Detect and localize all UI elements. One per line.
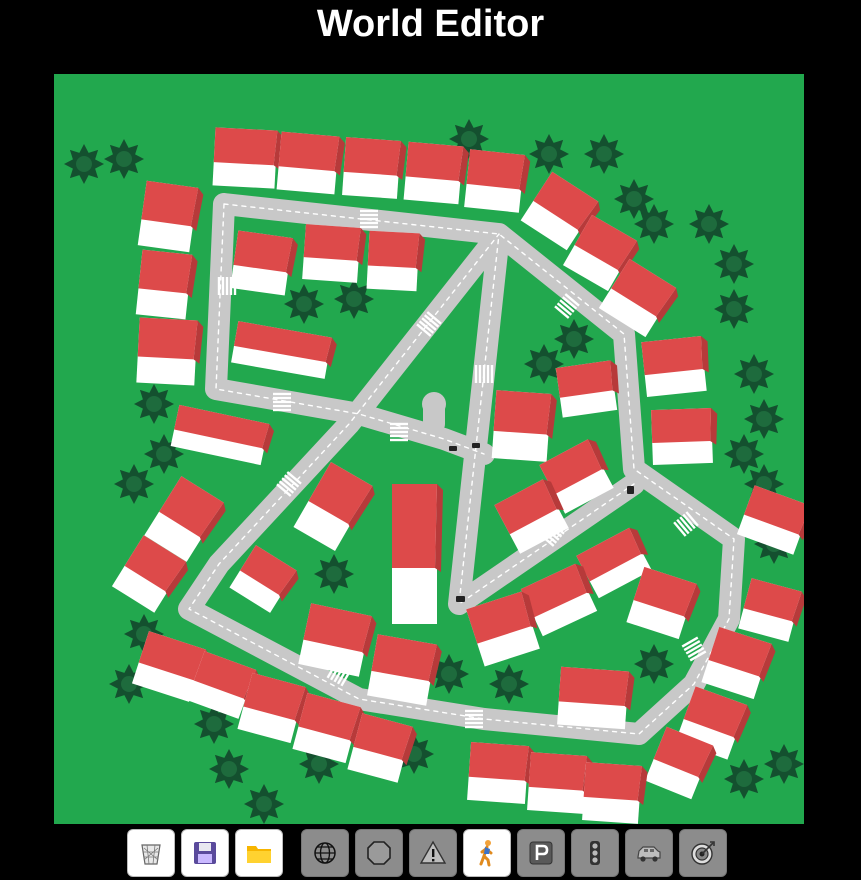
- house: [527, 752, 593, 814]
- crossing-mode-button[interactable]: [463, 829, 511, 877]
- tree: [584, 134, 624, 174]
- car: [449, 446, 457, 451]
- tree: [714, 289, 754, 329]
- target-icon: [691, 841, 715, 865]
- tree: [634, 204, 674, 244]
- house: [135, 249, 198, 320]
- target-mode-button[interactable]: [679, 829, 727, 877]
- tree: [529, 134, 569, 174]
- dispose-button[interactable]: [127, 829, 175, 877]
- load-button[interactable]: [235, 829, 283, 877]
- house: [170, 404, 274, 466]
- warning-sign-icon: [419, 840, 447, 864]
- toolbar: [127, 829, 737, 877]
- world-canvas[interactable]: [54, 74, 804, 824]
- house: [276, 131, 345, 195]
- traffic-light-icon: [590, 841, 600, 865]
- tree: [134, 384, 174, 424]
- tree: [64, 144, 104, 184]
- tree: [244, 784, 284, 824]
- house: [136, 317, 204, 386]
- car-icon: [637, 846, 661, 862]
- house: [464, 149, 531, 213]
- house: [137, 180, 204, 253]
- world-map: [64, 119, 804, 824]
- house: [342, 137, 407, 199]
- light-mode-button[interactable]: [571, 829, 619, 877]
- trash-bin-icon: [141, 844, 161, 865]
- tree: [104, 139, 144, 179]
- graph-mode-button[interactable]: [301, 829, 349, 877]
- save-button[interactable]: [181, 829, 229, 877]
- house: [366, 230, 426, 292]
- house: [582, 762, 648, 824]
- tree: [554, 319, 594, 359]
- house: [367, 634, 442, 706]
- house: [736, 485, 804, 555]
- house: [626, 566, 701, 640]
- house: [230, 230, 298, 296]
- house: [651, 407, 718, 466]
- car: [472, 443, 480, 448]
- house: [302, 224, 367, 283]
- house: [467, 742, 535, 804]
- tree: [284, 284, 324, 324]
- yield-mode-button[interactable]: [409, 829, 457, 877]
- tree: [724, 434, 764, 474]
- house: [392, 484, 443, 624]
- house: [231, 321, 337, 379]
- tree: [634, 644, 674, 684]
- car: [627, 486, 634, 494]
- tree: [764, 744, 804, 784]
- house: [212, 127, 284, 189]
- floppy-disk-icon: [194, 842, 216, 864]
- pedestrian-icon: [479, 840, 493, 867]
- parking-mode-button[interactable]: [517, 829, 565, 877]
- tree: [209, 749, 249, 789]
- parking-sign-icon: [529, 841, 553, 865]
- house: [738, 578, 804, 642]
- stop-sign-icon: [367, 841, 391, 865]
- folder-icon: [247, 846, 271, 863]
- tree: [114, 464, 154, 504]
- tree: [489, 664, 529, 704]
- tree: [734, 354, 774, 394]
- globe-icon: [314, 842, 336, 864]
- page-title: World Editor: [316, 3, 545, 45]
- house: [491, 390, 557, 462]
- start-mode-button[interactable]: [625, 829, 673, 877]
- car: [456, 596, 465, 602]
- tree: [724, 759, 764, 799]
- tree: [744, 399, 784, 439]
- house: [557, 666, 635, 730]
- tree: [689, 204, 729, 244]
- house: [555, 360, 619, 418]
- stop-mode-button[interactable]: [355, 829, 403, 877]
- house: [641, 336, 709, 397]
- tree: [314, 554, 354, 594]
- tree: [714, 244, 754, 284]
- house: [403, 141, 469, 205]
